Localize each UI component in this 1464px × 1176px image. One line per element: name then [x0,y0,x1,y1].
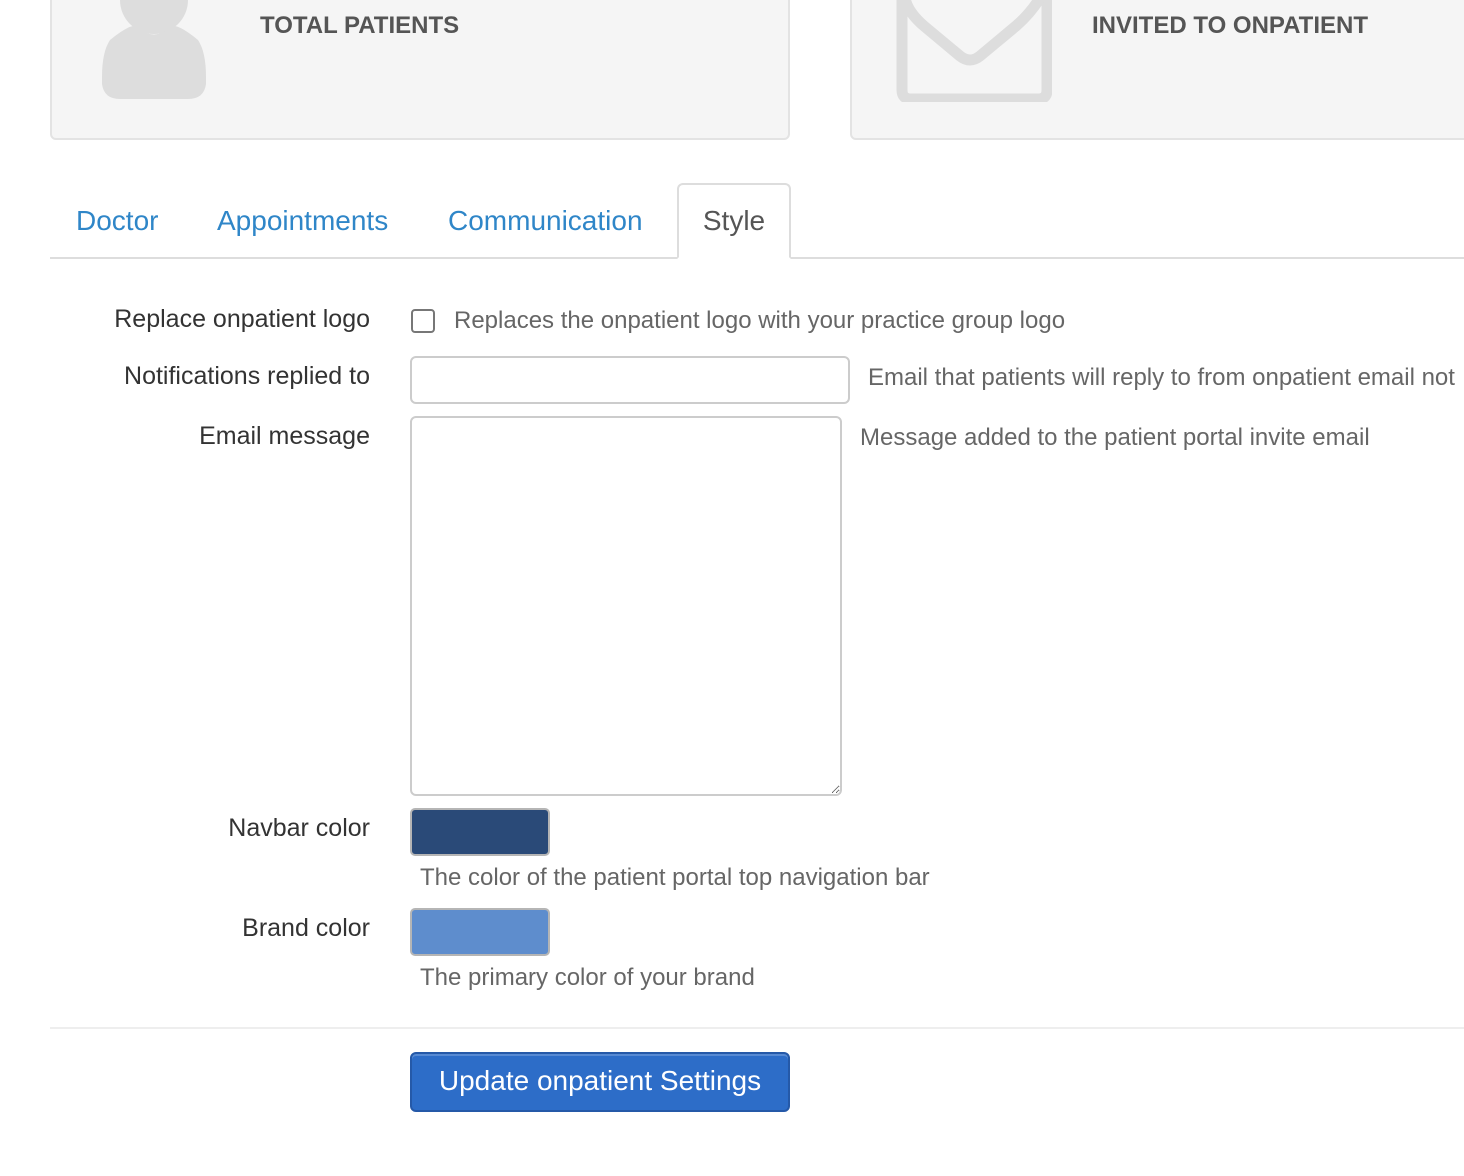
settings-tabs: Doctor Appointments Communication Style [50,183,1464,259]
notifications-reply-help: Email that patients will reply to from o… [868,364,1455,391]
email-message-label: Email message [199,422,370,450]
user-icon [92,0,216,107]
tab-appointments[interactable]: Appointments [217,183,388,259]
update-settings-button[interactable]: Update onpatient Settings [410,1052,790,1112]
tab-communication[interactable]: Communication [448,183,643,259]
replace-logo-help: Replaces the onpatient logo with your pr… [454,307,1066,334]
replace-logo-checkbox[interactable] [411,309,435,333]
brand-color-label: Brand color [242,914,370,942]
card-title: TOTAL PATIENTS [260,12,460,39]
navbar-color-help: The color of the patient portal top navi… [420,864,930,891]
email-message-help: Message added to the patient portal invi… [860,424,1370,451]
notifications-reply-input[interactable] [410,356,850,404]
navbar-color-label: Navbar color [228,814,370,842]
navbar-color-picker[interactable] [410,808,550,856]
page: TOTAL PATIENTS INVITED TO ONPATIENT Doct… [0,0,1464,1176]
envelope-icon [892,0,1053,107]
form-divider [50,1027,1464,1029]
notifications-reply-label: Notifications replied to [124,362,370,390]
card-title: INVITED TO ONPATIENT [1092,12,1369,39]
replace-logo-label: Replace onpatient logo [114,305,370,333]
email-message-textarea[interactable] [410,416,842,796]
brand-color-help: The primary color of your brand [420,964,755,991]
tab-style[interactable]: Style [677,183,791,259]
total-patients-card: TOTAL PATIENTS [50,0,790,140]
tab-doctor[interactable]: Doctor [76,183,158,259]
brand-color-picker[interactable] [410,908,550,956]
invited-card: INVITED TO ONPATIENT [850,0,1464,140]
